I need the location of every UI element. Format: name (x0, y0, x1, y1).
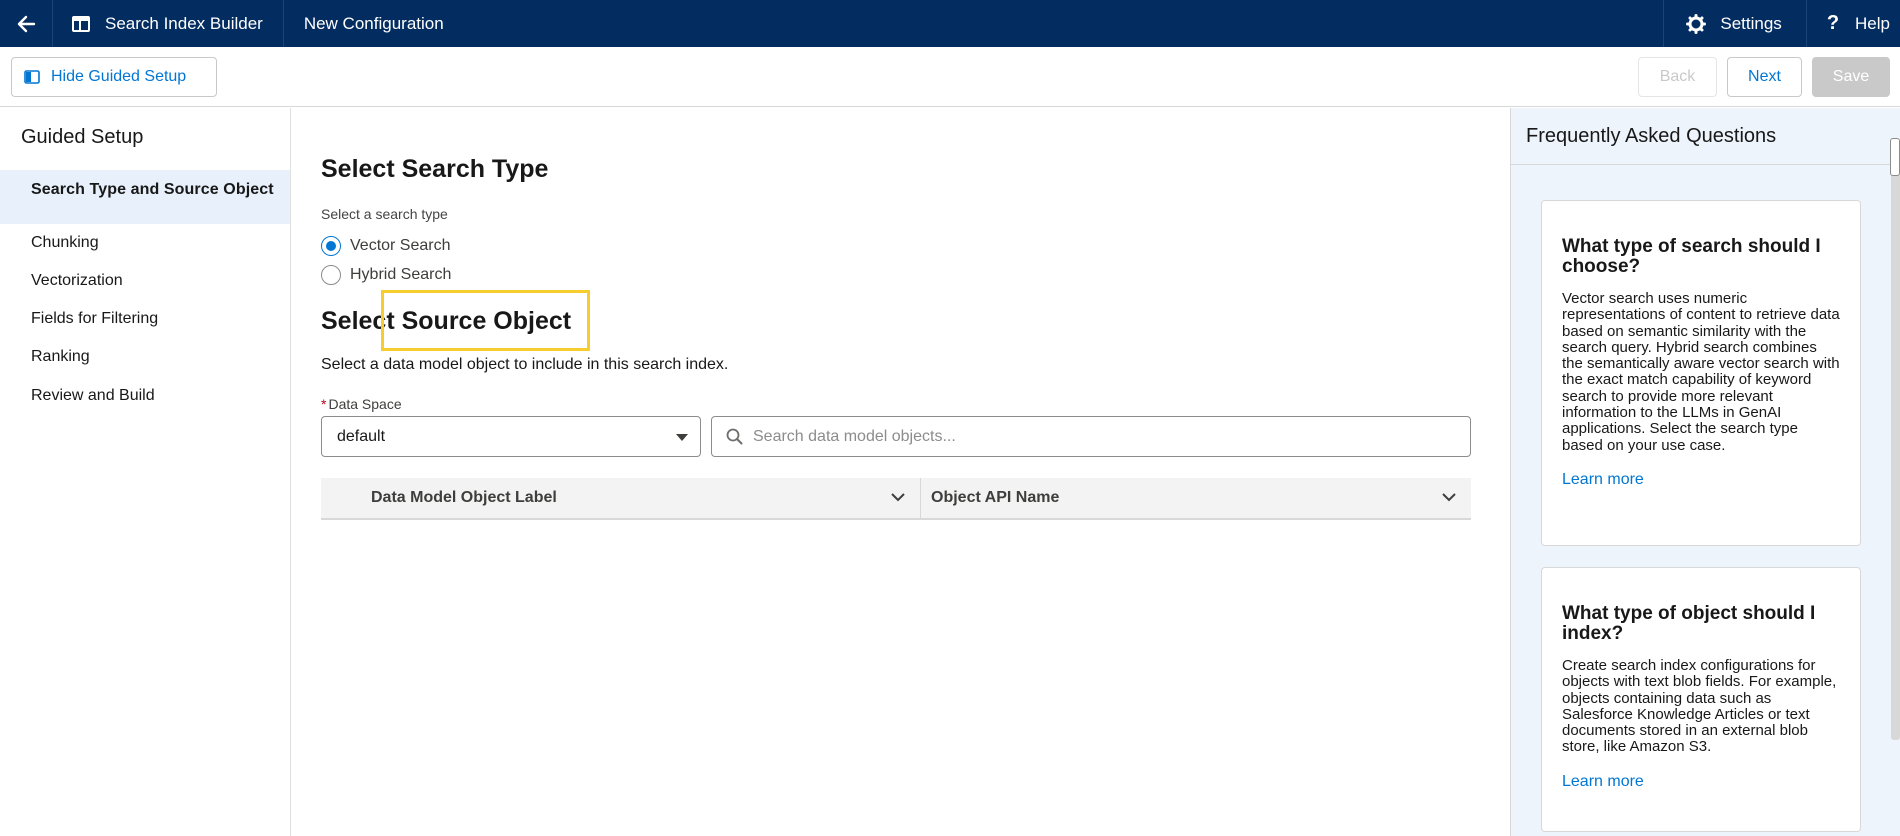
question-mark-icon: ? (1826, 12, 1840, 34)
search-icon (726, 428, 743, 445)
faq-answer: Create search index configurations for o… (1562, 657, 1837, 756)
search-type-label: Select a search type (321, 206, 448, 222)
guided-setup-sidebar: Guided Setup Search Type and Source Obje… (0, 108, 291, 836)
radio-label: Vector Search (350, 237, 451, 254)
radio-label: Hybrid Search (350, 266, 452, 283)
search-type-heading: Select Search Type (321, 155, 549, 183)
data-model-table-header: Data Model Object Label Object API Name (321, 478, 1471, 520)
learn-more-link[interactable]: Learn more (1562, 471, 1840, 489)
back-button[interactable]: Back (1638, 57, 1717, 97)
column-header-api-name[interactable]: Object API Name (921, 478, 1471, 518)
caret-down-icon (676, 434, 688, 441)
next-button[interactable]: Next (1727, 57, 1802, 97)
data-space-value: default (337, 427, 386, 445)
action-toolbar: Hide Guided Setup Back Next Save (0, 47, 1900, 107)
save-button[interactable]: Save (1812, 57, 1890, 97)
source-description: Select a data model object to include in… (321, 356, 729, 373)
highlight-box (381, 290, 590, 351)
panel-toggle-icon (24, 70, 40, 84)
faq-card: What type of search should I choose? Vec… (1541, 200, 1861, 546)
sidebar-item-fields-filtering[interactable]: Fields for Filtering (0, 310, 290, 328)
learn-more-link[interactable]: Learn more (1562, 773, 1840, 791)
app-title-item[interactable]: Search Index Builder (53, 0, 284, 47)
sidebar-item-review-build[interactable]: Review and Build (0, 387, 290, 405)
sidebar-item-chunking[interactable]: Chunking (0, 234, 290, 252)
hide-guided-setup-label: Hide Guided Setup (51, 68, 187, 85)
sidebar-item-search-type[interactable]: Search Type and Source Object (0, 170, 290, 224)
data-space-label-text: Data Space (328, 396, 402, 412)
hide-guided-setup-button[interactable]: Hide Guided Setup (11, 57, 217, 97)
faq-panel: Frequently Asked Questions What type of … (1510, 108, 1900, 836)
required-marker: * (321, 396, 327, 412)
app-title: Search Index Builder (105, 13, 263, 33)
faq-title: Frequently Asked Questions (1511, 108, 1900, 165)
data-space-label: * Data Space (321, 396, 402, 412)
column-header-text: Object API Name (931, 489, 1060, 506)
radio-vector-search[interactable]: Vector Search (321, 236, 451, 256)
faq-answer: Vector search uses numeric representatio… (1562, 290, 1840, 454)
chevron-down-icon[interactable] (1441, 492, 1457, 502)
help-button[interactable]: ? Help (1807, 0, 1900, 47)
back-arrow-button[interactable] (0, 0, 53, 47)
chevron-down-icon[interactable] (890, 492, 906, 502)
search-input[interactable] (753, 427, 1453, 446)
help-label: Help (1855, 13, 1890, 33)
sidebar-item-ranking[interactable]: Ranking (0, 348, 290, 366)
app-grid-icon (72, 15, 90, 32)
column-header-text: Data Model Object Label (371, 489, 557, 506)
settings-label: Settings (1720, 13, 1782, 33)
faq-card: What type of object should I index? Crea… (1541, 567, 1861, 832)
radio-hybrid-search[interactable]: Hybrid Search (321, 265, 451, 285)
settings-button[interactable]: Settings (1663, 0, 1807, 47)
back-arrow-icon (17, 15, 36, 32)
faq-question: What type of object should I index? (1562, 603, 1816, 644)
config-title: New Configuration (303, 13, 444, 33)
search-data-model-objects[interactable] (711, 416, 1471, 457)
faq-scrollbar[interactable] (1891, 140, 1900, 740)
column-header-label[interactable]: Data Model Object Label (321, 478, 921, 518)
radio-button[interactable] (321, 265, 341, 285)
top-nav-bar: Search Index Builder New Configuration S… (0, 0, 1900, 47)
main-content: Select Search Type Select a search type … (291, 108, 1510, 836)
gear-icon (1686, 13, 1707, 34)
sidebar-title: Guided Setup (21, 126, 144, 148)
faq-scrollbar-thumb[interactable] (1890, 138, 1900, 176)
faq-question: What type of search should I choose? (1562, 236, 1821, 277)
data-space-select[interactable]: default (321, 416, 701, 457)
radio-button-checked[interactable] (321, 236, 341, 256)
sidebar-item-vectorization[interactable]: Vectorization (0, 272, 290, 290)
